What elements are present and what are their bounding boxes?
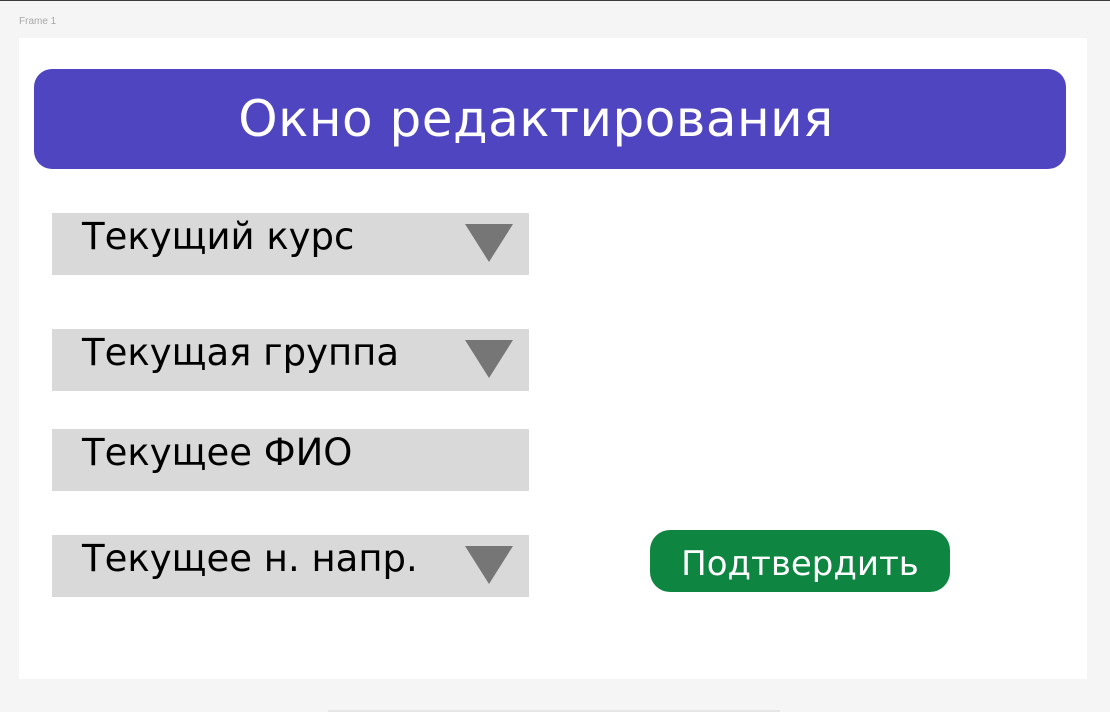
course-dropdown-label: Текущий курс bbox=[82, 215, 355, 258]
full-name-field[interactable]: Текущее ФИО bbox=[52, 429, 529, 491]
group-dropdown[interactable]: Текущая группа bbox=[52, 329, 529, 391]
triangle-down-icon[interactable] bbox=[465, 340, 513, 378]
frame-label[interactable]: Frame 1 bbox=[19, 16, 56, 27]
canvas: Frame 1 Окно редактирования Текущий курс… bbox=[0, 0, 1110, 712]
triangle-down-icon[interactable] bbox=[465, 224, 513, 262]
triangle-down-icon[interactable] bbox=[465, 546, 513, 584]
edit-window-frame: Окно редактирования Текущий курс Текущая… bbox=[19, 38, 1087, 679]
course-dropdown[interactable]: Текущий курс bbox=[52, 213, 529, 275]
page-title: Окно редактирования bbox=[238, 90, 834, 148]
direction-dropdown-label: Текущее н. напр. bbox=[82, 537, 418, 580]
confirm-button[interactable]: Подтвердить bbox=[650, 530, 950, 592]
header-banner: Окно редактирования bbox=[34, 69, 1066, 169]
group-dropdown-label: Текущая группа bbox=[82, 331, 400, 374]
direction-dropdown[interactable]: Текущее н. напр. bbox=[52, 535, 529, 597]
full-name-field-label: Текущее ФИО bbox=[82, 431, 353, 474]
